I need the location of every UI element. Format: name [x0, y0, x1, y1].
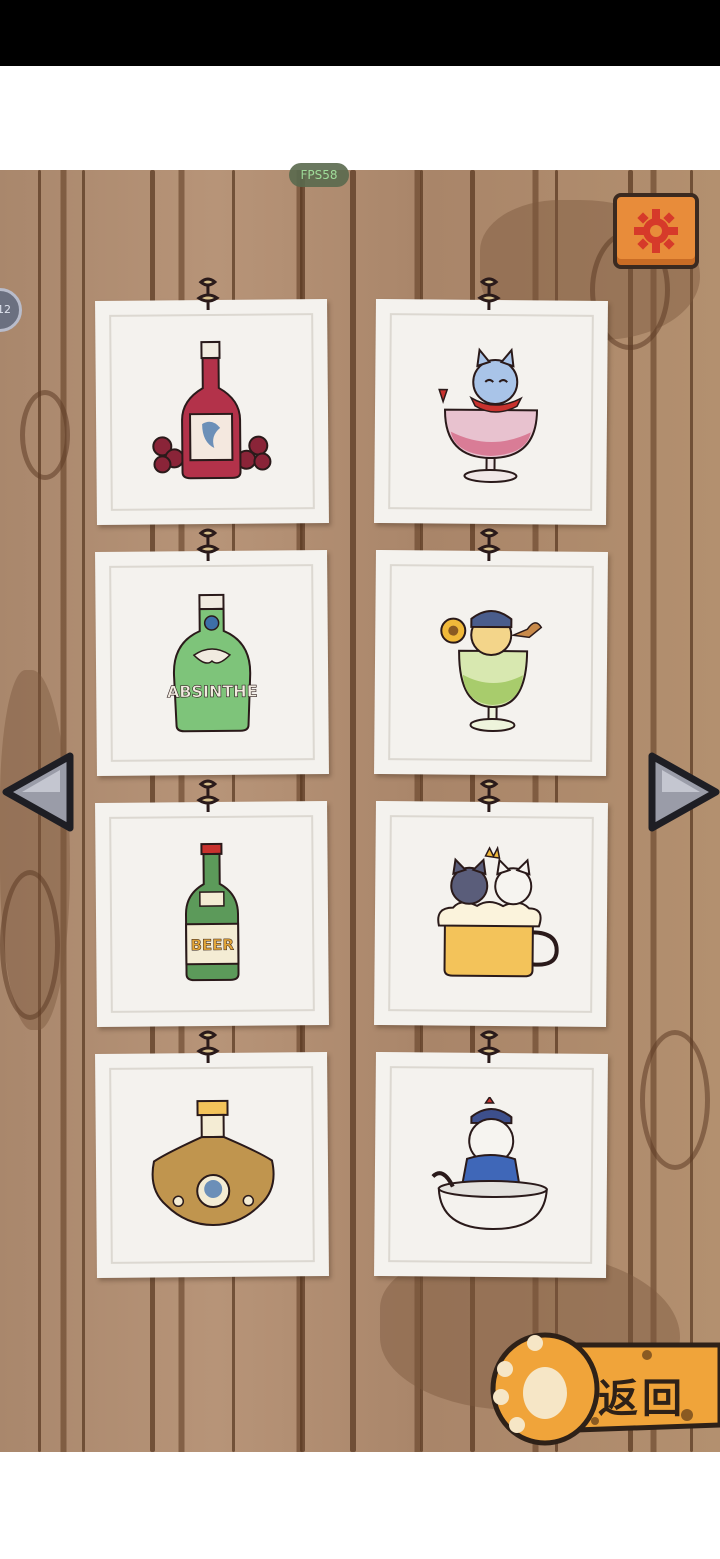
beer-bottle-icon: BEER — [185, 842, 240, 982]
collection-card-beer-mug-cats[interactable] — [374, 779, 608, 1028]
settings-button[interactable] — [613, 193, 699, 269]
absinthe-bottle-icon: ABSINTHE — [167, 593, 258, 733]
collection-card-absinthe[interactable]: ABSINTHE — [95, 528, 329, 777]
fps-counter: FPS58 — [289, 163, 349, 187]
back-button-label: 返回 — [598, 1376, 686, 1422]
wine-bottle-icon — [152, 340, 272, 480]
bottom-blank-area — [0, 1452, 720, 1559]
gear-icon — [634, 209, 678, 253]
push-pin-icon — [477, 277, 501, 310]
collection-card-beer-bottle[interactable]: BEER — [95, 779, 329, 1028]
next-page-button[interactable] — [646, 752, 720, 832]
bowl-cat-icon — [431, 1096, 548, 1231]
push-pin-icon — [477, 1030, 501, 1063]
push-pin-icon — [196, 277, 220, 311]
push-pin-icon — [196, 528, 220, 562]
beer-label-text: BEER — [190, 936, 234, 954]
collection-card-flask[interactable] — [95, 1030, 329, 1279]
collection-card-absinthe-glass-cat[interactable] — [374, 528, 608, 777]
push-pin-icon — [196, 1030, 220, 1064]
previous-page-button[interactable] — [0, 752, 76, 832]
collection-card-wine-glass-cat[interactable] — [374, 277, 608, 526]
collection-card-bowl-cat[interactable] — [374, 1030, 608, 1279]
absinthe-glass-cat-icon — [440, 610, 543, 733]
collection-card-red-wine[interactable] — [95, 277, 329, 526]
absinthe-label-text: ABSINTHE — [167, 682, 258, 702]
wine-glass-cat-icon — [438, 347, 539, 484]
push-pin-icon — [477, 528, 501, 561]
top-blank-area — [0, 66, 720, 170]
status-bar — [0, 0, 720, 66]
push-pin-icon — [477, 779, 501, 812]
beer-mug-cats-icon — [437, 845, 559, 978]
flask-icon — [151, 1099, 275, 1226]
push-pin-icon — [196, 779, 220, 813]
